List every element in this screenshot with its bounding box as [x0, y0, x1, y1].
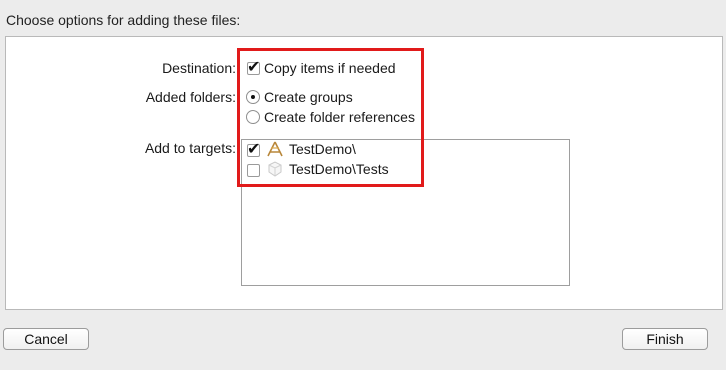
cancel-button[interactable]: Cancel — [3, 328, 89, 350]
create-folder-references-radio[interactable] — [246, 110, 260, 124]
target-tests-checkbox[interactable] — [247, 164, 260, 177]
target-testdemo-checkbox[interactable] — [247, 139, 260, 158]
target-tests-label[interactable]: TestDemo\Tests — [289, 161, 389, 177]
target-testdemo-label[interactable]: TestDemo\ — [289, 141, 356, 157]
app-target-icon — [267, 141, 283, 157]
copy-items-checkbox[interactable] — [247, 57, 260, 76]
dialog-title: Choose options for adding these files: — [6, 12, 241, 28]
create-groups-radio[interactable] — [246, 90, 260, 104]
finish-button[interactable]: Finish — [622, 328, 708, 350]
add-to-targets-label: Add to targets: — [144, 140, 236, 156]
destination-label: Destination: — [162, 60, 236, 76]
create-groups-label[interactable]: Create groups — [264, 89, 353, 105]
added-folders-label: Added folders: — [145, 89, 236, 105]
create-folder-references-label[interactable]: Create folder references — [264, 109, 415, 125]
copy-items-label[interactable]: Copy items if needed — [264, 60, 396, 76]
test-bundle-icon — [268, 161, 282, 177]
